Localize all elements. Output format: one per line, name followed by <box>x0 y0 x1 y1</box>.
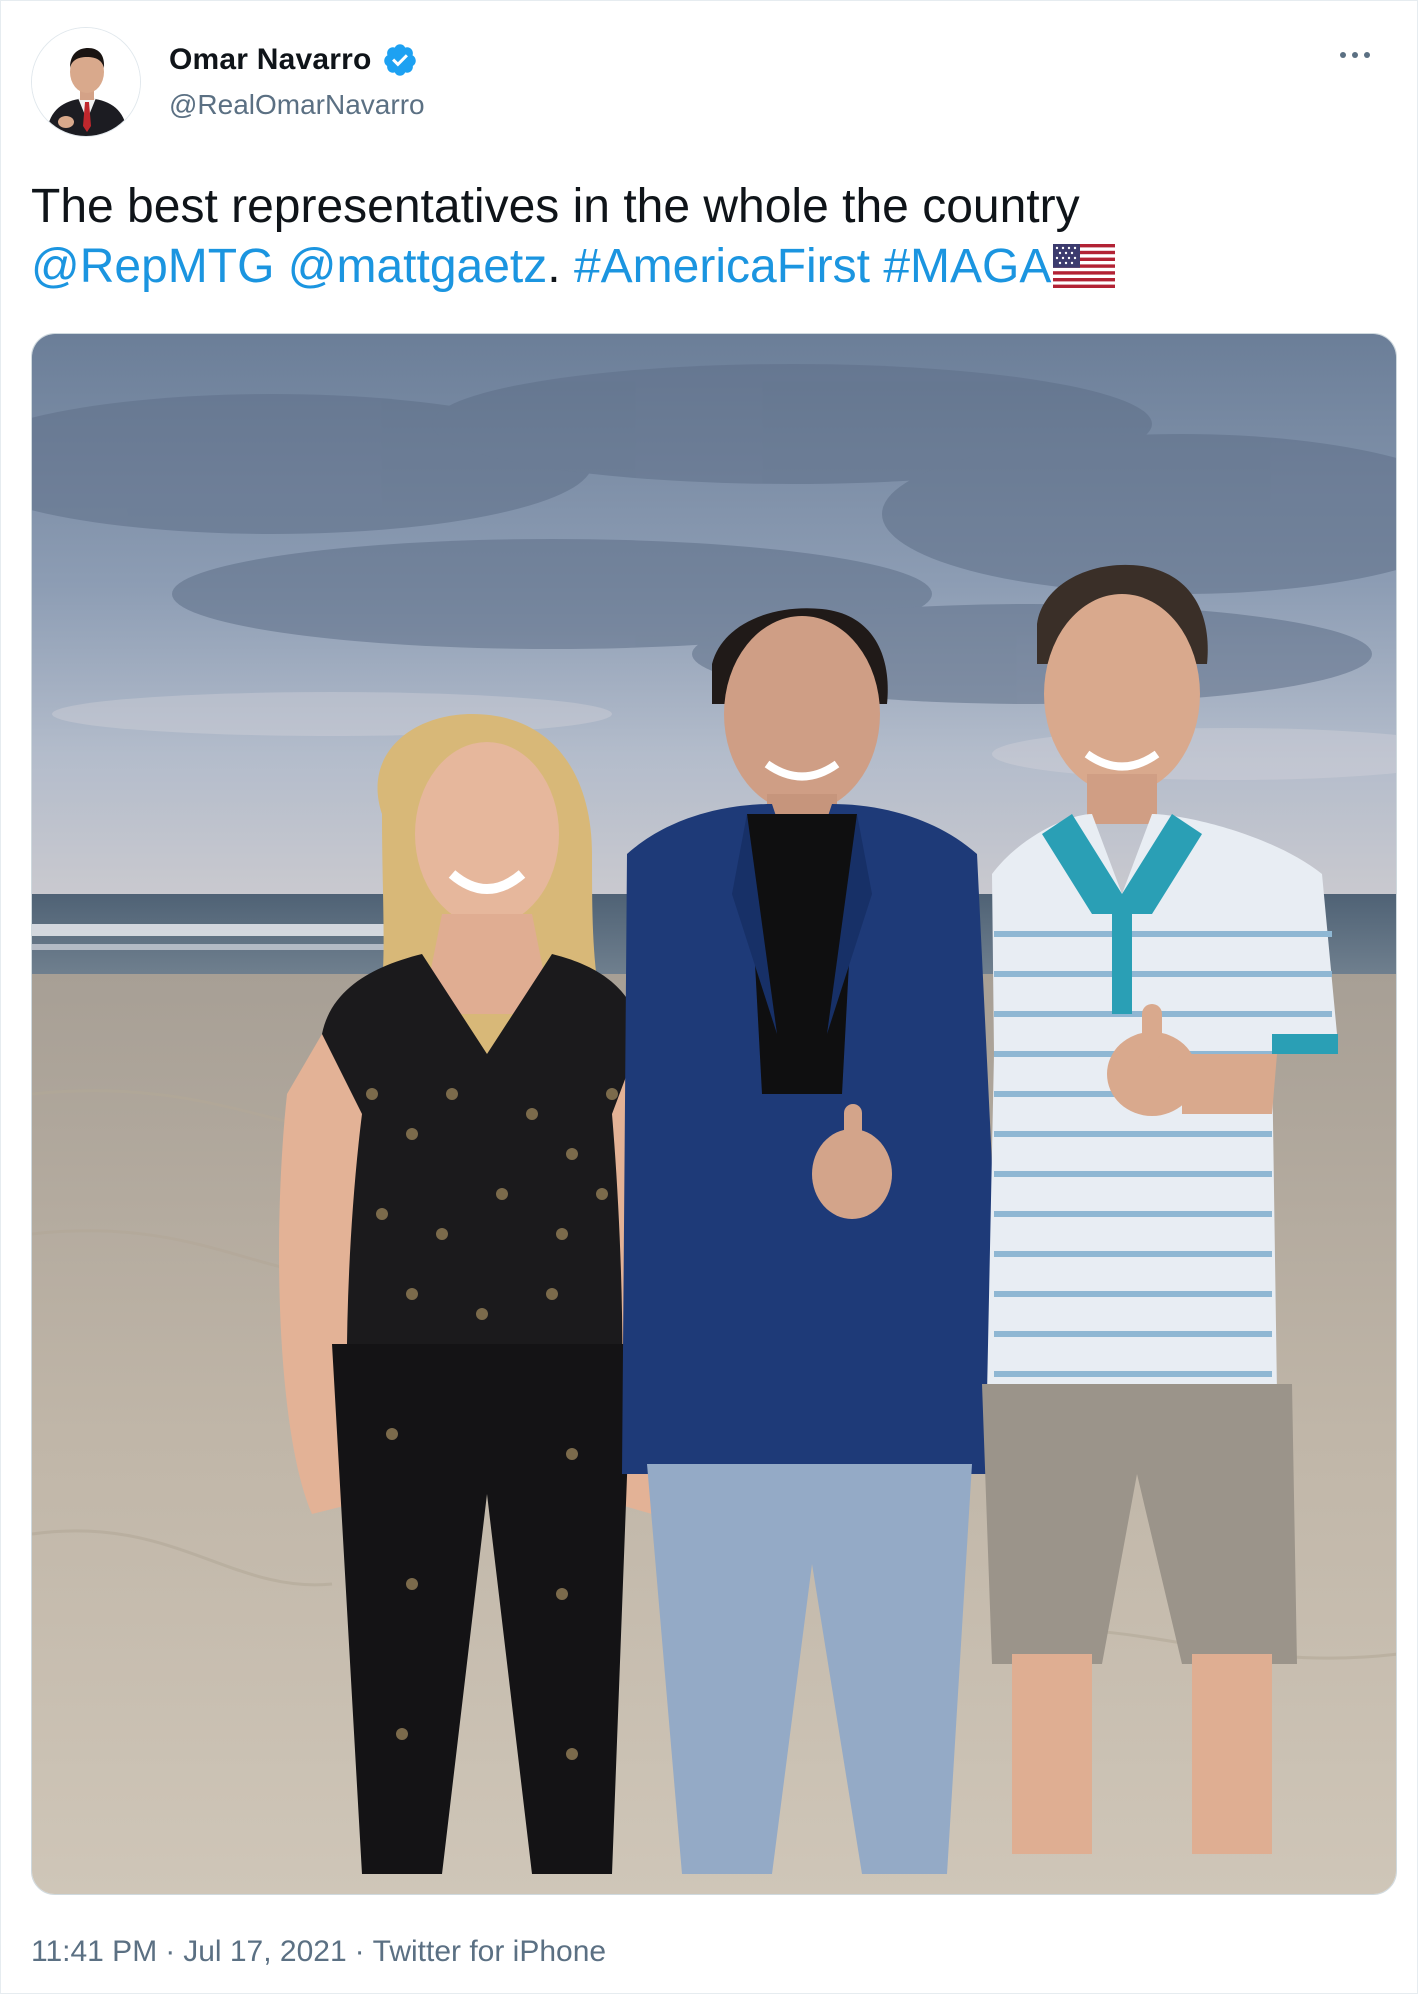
tweet-time[interactable]: 11:41 PM <box>31 1935 157 1968</box>
tweet-header: Omar Navarro @RealOmarNavarro <box>31 27 1391 147</box>
display-name-row: Omar Navarro <box>169 41 425 79</box>
tweet-source-link[interactable]: Twitter for iPhone <box>373 1935 606 1968</box>
mention-repmtg-link[interactable]: @RepMTG <box>31 240 274 293</box>
tweet-text: The best representatives in the whole th… <box>31 177 1391 297</box>
verified-badge-icon <box>382 42 418 78</box>
us-flag-icon <box>1053 243 1116 288</box>
tweet-meta: 11:41 PM · Jul 17, 2021 · Twitter for iPhone <box>31 1935 606 1969</box>
tweet-text-line-2: @RepMTG @mattgaetz. #AmericaFirst #MAGA <box>31 237 1391 297</box>
display-name[interactable]: Omar Navarro <box>169 43 372 77</box>
hashtag-maga-link[interactable]: #MAGA <box>883 240 1051 293</box>
meta-separator: · <box>165 1935 176 1968</box>
more-options-button[interactable] <box>1327 35 1383 75</box>
tweet-text-line-1: The best representatives in the whole th… <box>31 180 1080 233</box>
more-dot-icon <box>1340 52 1346 58</box>
avatar[interactable] <box>31 27 141 137</box>
mention-mattgaetz-link[interactable]: @mattgaetz <box>288 240 548 293</box>
tweet-date[interactable]: Jul 17, 2021 <box>183 1935 346 1968</box>
more-dot-icon <box>1352 52 1358 58</box>
hashtag-americafirst-link[interactable]: #AmericaFirst <box>574 240 870 293</box>
more-dot-icon <box>1364 52 1370 58</box>
beach-group-photo-icon <box>32 334 1396 1894</box>
tweet-text-period: . <box>547 240 561 293</box>
tweet-photo[interactable] <box>31 333 1397 1895</box>
author-handle[interactable]: @RealOmarNavarro <box>169 89 425 121</box>
author-names: Omar Navarro @RealOmarNavarro <box>169 41 425 121</box>
meta-separator: · <box>354 1935 365 1968</box>
tweet-card: Omar Navarro @RealOmarNavarro The best r… <box>0 0 1418 1994</box>
